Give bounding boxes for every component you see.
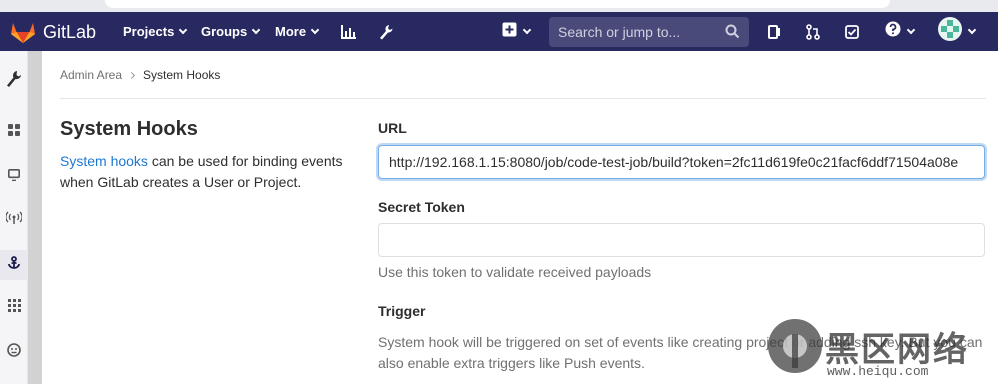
- applications-grid-icon: [7, 299, 21, 317]
- search-icon[interactable]: [725, 24, 740, 44]
- brand-name[interactable]: GitLab: [43, 20, 96, 44]
- sidebar-item-overview[interactable]: [0, 117, 28, 147]
- checkbox-todo-icon[interactable]: [842, 12, 862, 51]
- sidebar-item-admin[interactable]: [0, 66, 28, 96]
- chevron-down-icon: [906, 25, 915, 34]
- search-input[interactable]: [549, 17, 719, 47]
- breadcrumb-admin-area[interactable]: Admin Area: [60, 67, 122, 83]
- sidebar-item-system-hooks[interactable]: [0, 250, 28, 280]
- question-circle-icon: [885, 21, 901, 42]
- breadcrumb: Admin Area System Hooks: [60, 67, 220, 83]
- browser-chrome: [0, 0, 998, 12]
- sidebar-scroll-gutter: [28, 51, 42, 384]
- chevron-right-icon: [128, 71, 136, 79]
- chevron-down-icon: [251, 25, 261, 34]
- secret-token-input[interactable]: [378, 223, 985, 257]
- trigger-label: Trigger: [378, 303, 426, 319]
- gitlab-logo-icon[interactable]: [10, 20, 36, 44]
- sidebar-item-messages[interactable]: [0, 205, 28, 235]
- breadcrumb-current[interactable]: System Hooks: [143, 67, 220, 83]
- system-hooks-help-link[interactable]: System hooks: [60, 153, 148, 169]
- broadcast-icon: [5, 211, 23, 230]
- sidebar-item-monitoring[interactable]: [0, 162, 28, 192]
- url-input[interactable]: [378, 145, 985, 179]
- sidebar-item-abuse-reports[interactable]: [0, 337, 28, 367]
- admin-sidebar: [0, 51, 28, 384]
- todo-icon[interactable]: [765, 12, 785, 51]
- admin-wrench-icon[interactable]: [376, 12, 396, 51]
- activity-chart-icon[interactable]: [339, 12, 359, 51]
- chevron-down-icon: [310, 25, 320, 34]
- nav-more-label: More: [275, 24, 307, 39]
- page-title: System Hooks: [60, 118, 198, 140]
- watermark-url-text: www.heiqu.com: [827, 364, 929, 379]
- user-menu[interactable]: [935, 12, 977, 51]
- new-item-dropdown[interactable]: [500, 12, 532, 51]
- page-description: System hooks can be used for binding eve…: [60, 151, 360, 193]
- nav-projects-label: Projects: [123, 24, 175, 39]
- site-watermark: 黑区网络 www.heiqu.com: [765, 318, 991, 384]
- nav-groups-label: Groups: [201, 24, 248, 39]
- help-dropdown[interactable]: [882, 12, 916, 51]
- chevron-down-icon: [522, 25, 532, 34]
- url-label: URL: [378, 120, 407, 136]
- search-box[interactable]: [549, 17, 749, 47]
- nav-more[interactable]: More: [275, 12, 320, 51]
- sidebar-item-applications[interactable]: [0, 293, 28, 323]
- nav-groups[interactable]: Groups: [201, 12, 261, 51]
- merge-request-icon[interactable]: [803, 12, 823, 51]
- hook-icon: [7, 255, 21, 275]
- nav-projects[interactable]: Projects: [123, 12, 188, 51]
- breadcrumb-divider: [60, 98, 986, 99]
- top-navbar: GitLab Projects Groups More: [0, 12, 998, 51]
- chevron-down-icon: [179, 25, 188, 34]
- overview-grid-icon: [8, 123, 20, 141]
- monitoring-icon: [8, 168, 20, 186]
- avatar: [937, 17, 962, 46]
- abuse-reports-icon: [7, 342, 21, 362]
- secret-token-help: Use this token to validate received payl…: [378, 264, 652, 280]
- chevron-down-icon: [967, 25, 976, 34]
- plus-square-icon: [502, 22, 517, 42]
- browser-address-bar[interactable]: [105, 0, 890, 8]
- secret-token-label: Secret Token: [378, 199, 465, 215]
- wrench-icon: [6, 70, 22, 93]
